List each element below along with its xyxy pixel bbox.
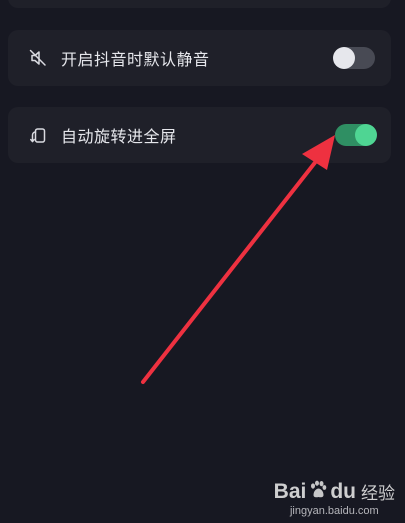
watermark-brand-right: du <box>330 479 356 503</box>
baidu-jingyan-watermark: Bai du 经验 jingyan.baidu.com <box>273 479 395 518</box>
setting-row-auto-rotate[interactable]: 自动旋转进全屏 <box>8 107 391 163</box>
speaker-muted-icon <box>28 48 48 68</box>
setting-row-default-mute[interactable]: 开启抖音时默认静音 <box>8 30 391 86</box>
previous-setting-card <box>8 0 391 8</box>
setting-label-default-mute: 开启抖音时默认静音 <box>61 50 210 69</box>
default-mute-toggle[interactable] <box>333 47 375 69</box>
watermark-brand-left: Bai <box>273 479 307 503</box>
toggle-knob <box>355 124 377 146</box>
watermark-suffix: 经验 <box>361 484 395 503</box>
auto-rotate-toggle[interactable] <box>335 124 377 146</box>
toggle-knob <box>333 47 355 69</box>
paw-icon <box>309 480 327 503</box>
setting-label-auto-rotate: 自动旋转进全屏 <box>61 127 177 146</box>
rotate-screen-icon <box>28 125 48 145</box>
watermark-url: jingyan.baidu.com <box>289 505 379 517</box>
